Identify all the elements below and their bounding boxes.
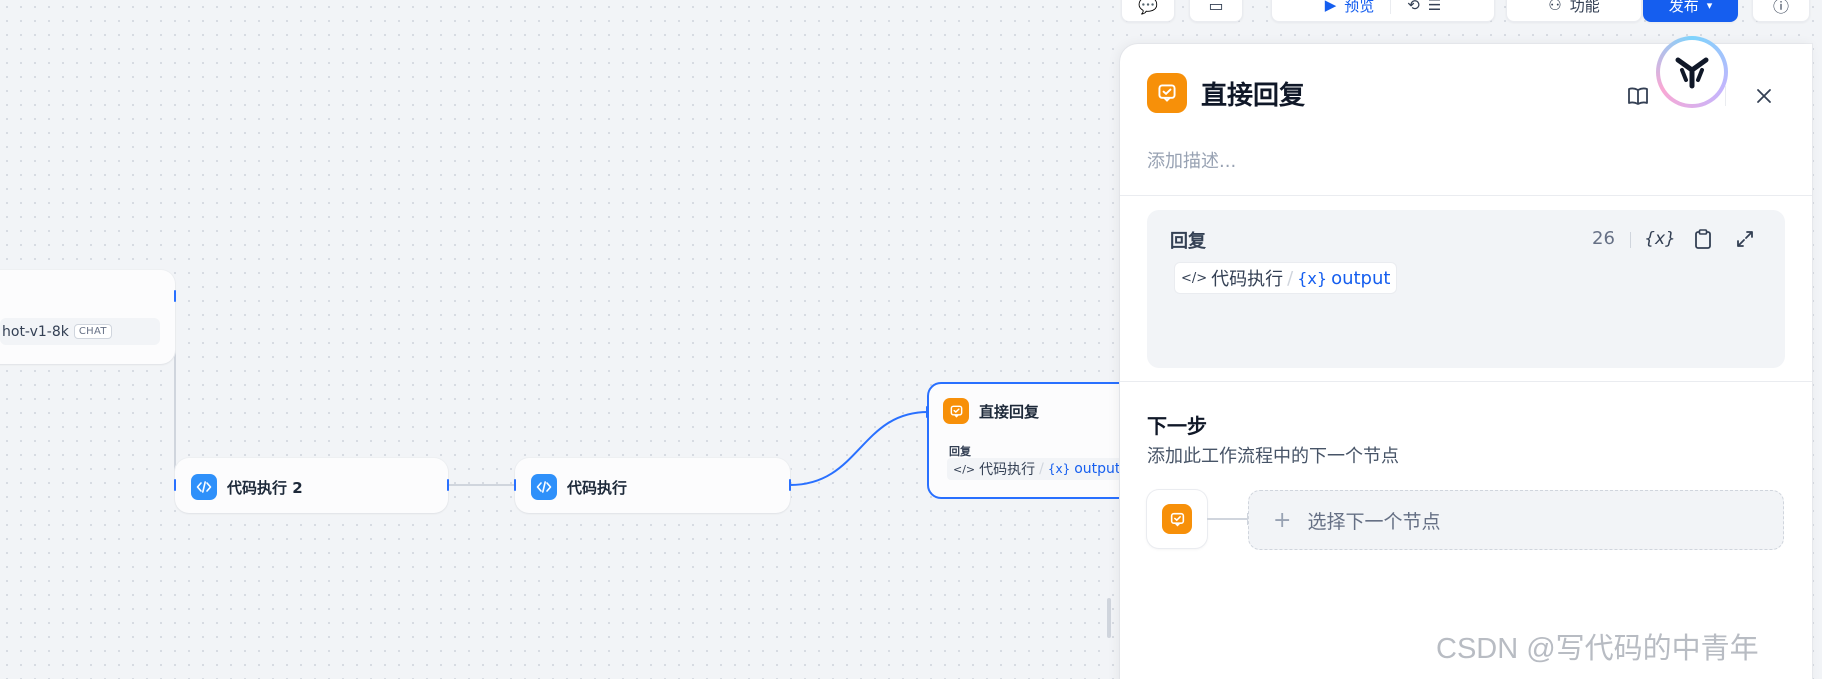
close-button[interactable] bbox=[1748, 80, 1780, 112]
reply-field-label: 回复 bbox=[1170, 231, 1206, 252]
description-input[interactable]: 添加描述... bbox=[1147, 147, 1236, 173]
code-node-2-output-handle[interactable] bbox=[447, 479, 449, 491]
edge-code-to-reply bbox=[789, 411, 929, 486]
publish-button[interactable]: 发布 ▾ bbox=[1643, 0, 1738, 22]
variable-icon: {x} bbox=[1644, 229, 1676, 249]
insert-variable-button[interactable]: {x} bbox=[1644, 224, 1676, 254]
panel-header: 直接回复 bbox=[1147, 73, 1305, 113]
variable-separator: / bbox=[1039, 461, 1044, 477]
expand-icon bbox=[1737, 231, 1753, 247]
model-name: hot-v1-8k bbox=[2, 323, 69, 340]
history-icon: ⟲ bbox=[1407, 0, 1420, 14]
select-next-node-label: 选择下一个节点 bbox=[1307, 510, 1441, 533]
docs-button[interactable] bbox=[1622, 80, 1654, 112]
expand-button[interactable] bbox=[1730, 224, 1760, 254]
panel-resize-handle[interactable] bbox=[1107, 598, 1111, 638]
message-icon: 💬 bbox=[1138, 0, 1158, 15]
features-button[interactable]: ⚇ 功能 bbox=[1506, 0, 1642, 22]
llm-node[interactable]: hot-v1-8k CHAT bbox=[0, 270, 175, 364]
chevron-down-icon: ▾ bbox=[1706, 0, 1713, 12]
checklist-icon: ☰ bbox=[1427, 0, 1442, 14]
variable-name: output bbox=[1074, 461, 1121, 477]
variable-icon: {x} bbox=[1297, 268, 1328, 288]
reply-icon bbox=[1147, 73, 1187, 113]
watermark: CSDN @写代码的中青年 bbox=[1436, 633, 1759, 665]
model-mode-badge: CHAT bbox=[73, 324, 112, 339]
help-button[interactable]: ⓘ bbox=[1752, 0, 1810, 22]
variable-node-name: 代码执行 bbox=[979, 462, 1036, 478]
inbox-icon: ▭ bbox=[1208, 0, 1224, 15]
code-icon: </> bbox=[1181, 270, 1208, 286]
code-node-2[interactable]: 代码执行 2 bbox=[175, 458, 448, 513]
chat-history-button[interactable]: 💬 bbox=[1121, 0, 1175, 22]
info-icon: ⓘ bbox=[1772, 0, 1789, 16]
reply-field-label: 回复 bbox=[949, 445, 971, 458]
variable-separator: / bbox=[1287, 267, 1294, 289]
next-step-subtitle: 添加此工作流程中的下一个节点 bbox=[1147, 446, 1399, 467]
node-title: 代码执行 bbox=[567, 478, 628, 497]
header-divider bbox=[1725, 86, 1726, 106]
reply-variable-chip[interactable]: </> 代码执行 / {x} output bbox=[1175, 263, 1397, 293]
next-step-title: 下一步 bbox=[1147, 414, 1207, 438]
section-divider bbox=[1120, 381, 1812, 382]
section-divider bbox=[1120, 195, 1812, 196]
code-icon bbox=[531, 474, 557, 500]
reply-icon bbox=[1162, 504, 1192, 534]
clipboard-icon bbox=[1695, 229, 1711, 249]
code-node-input-handle[interactable] bbox=[514, 479, 516, 491]
current-node-badge bbox=[1147, 490, 1207, 548]
count-divider bbox=[1630, 232, 1631, 248]
node-title: 直接回复 bbox=[979, 402, 1040, 421]
copy-button[interactable] bbox=[1688, 224, 1718, 254]
variable-name: output bbox=[1331, 267, 1391, 289]
checklist-button[interactable]: ▭ bbox=[1189, 0, 1243, 22]
toolbar-divider bbox=[1390, 0, 1392, 14]
publish-label: 发布 bbox=[1668, 0, 1699, 15]
reply-icon bbox=[943, 398, 969, 424]
code-node-2-input-handle[interactable] bbox=[174, 479, 176, 491]
code-icon: </> bbox=[953, 462, 976, 476]
code-icon bbox=[191, 474, 217, 500]
node-title: 代码执行 2 bbox=[227, 478, 303, 497]
variable-icon: {x} bbox=[1047, 462, 1071, 476]
variable-node-name: 代码执行 bbox=[1211, 269, 1284, 290]
code-node[interactable]: 代码执行 bbox=[515, 458, 790, 513]
reply-field[interactable]: 回复 26 {x} </> 代码执行 / {x} output bbox=[1147, 210, 1785, 368]
model-selector[interactable]: hot-v1-8k CHAT bbox=[0, 318, 160, 345]
node-config-panel: 直接回复 添加描述... 回复 26 {x} </> 代码执行 / {x} ou… bbox=[1120, 36, 1812, 679]
brand-logo-icon bbox=[1675, 57, 1709, 89]
avatar[interactable] bbox=[1656, 36, 1728, 108]
preview-button[interactable]: ▶ 预览 ⟲ ☰ bbox=[1271, 0, 1495, 22]
character-count: 26 bbox=[1592, 228, 1615, 249]
preview-label: 预览 bbox=[1344, 0, 1375, 15]
select-next-node-button[interactable]: + 选择下一个节点 bbox=[1248, 490, 1784, 550]
reply-variable: </> 代码执行 / {x} output bbox=[947, 458, 1147, 480]
code-node-output-handle[interactable] bbox=[789, 479, 791, 491]
llm-node-output-handle[interactable] bbox=[174, 290, 176, 302]
panel-title[interactable]: 直接回复 bbox=[1201, 75, 1305, 112]
next-step-connector bbox=[1207, 518, 1247, 520]
book-icon bbox=[1628, 87, 1648, 105]
close-icon bbox=[1757, 89, 1771, 103]
reply-node-input-handle[interactable] bbox=[926, 406, 928, 418]
plus-icon: + bbox=[1273, 507, 1292, 533]
play-icon: ▶ bbox=[1324, 0, 1337, 14]
features-label: 功能 bbox=[1569, 0, 1600, 15]
features-icon: ⚇ bbox=[1548, 0, 1562, 14]
